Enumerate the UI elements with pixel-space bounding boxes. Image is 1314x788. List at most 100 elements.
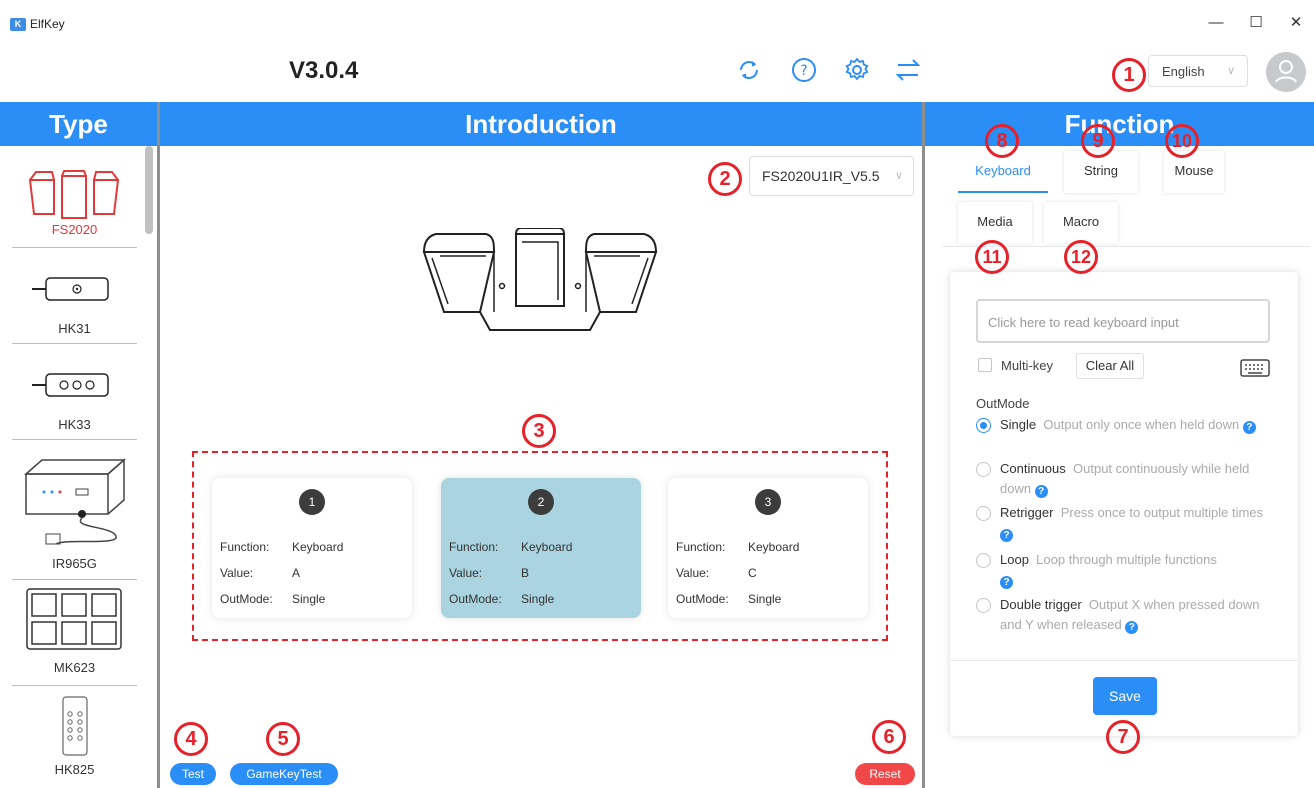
key-card-3[interactable]: 3 Function: Keyboard Value: C OutMode: Sing…	[668, 478, 868, 618]
multikey-label: Multi-key	[1001, 358, 1054, 373]
outmode-value: Single	[748, 592, 782, 606]
sidebar-scrollbar[interactable]	[145, 146, 153, 234]
device-item-ir965g[interactable]: IR965G	[12, 440, 137, 580]
gamekeytest-button[interactable]: GameKeyTest	[230, 763, 338, 785]
option-name: Loop	[1000, 552, 1029, 567]
save-button[interactable]: Save	[1093, 677, 1157, 715]
firmware-select[interactable]: FS2020U1IR_V5.5 ∨	[749, 156, 914, 196]
help-question-icon[interactable]: ?	[1000, 576, 1013, 589]
function-label: Function:	[449, 540, 499, 554]
title-bar: K ElfKey — ☐ ✕	[0, 0, 1314, 42]
type-section-header: Type	[0, 102, 157, 146]
chevron-down-icon: ∨	[1226, 65, 1235, 77]
outmode-value: Single	[521, 592, 555, 606]
user-avatar-icon[interactable]	[1266, 52, 1306, 92]
help-question-icon[interactable]: ?	[1000, 529, 1013, 542]
key-number-badge: 3	[755, 489, 781, 515]
function-value: Keyboard	[521, 540, 573, 554]
left-divider	[157, 102, 160, 788]
device-type-list: FS2020 HK31 HK33 IR965G MK623 HK825	[0, 146, 157, 788]
tab-mouse[interactable]: Mouse	[1164, 151, 1224, 193]
tab-media[interactable]: Media	[958, 202, 1032, 244]
refresh-icon[interactable]	[735, 56, 763, 84]
device-label: MK623	[53, 660, 96, 675]
app-logo-icon: K	[10, 18, 26, 31]
minimize-button[interactable]: —	[1196, 10, 1236, 36]
keyboard-input-field[interactable]: Click here to read keyboard input	[976, 299, 1270, 343]
outmode-loop-radio[interactable]	[976, 553, 991, 568]
device-item-mk623[interactable]: MK623	[12, 580, 137, 686]
option-name: Retrigger	[1000, 505, 1054, 520]
function-section-header: Function	[925, 102, 1314, 146]
maximize-button[interactable]: ☐	[1236, 10, 1276, 36]
key-value: A	[292, 566, 301, 580]
keyboard-icon[interactable]	[1240, 359, 1270, 377]
chevron-down-icon: ∨	[894, 170, 903, 182]
annotation-marker: 8	[985, 124, 1019, 158]
device-item-fs2020[interactable]: FS2020	[12, 156, 137, 248]
language-value: English	[1162, 64, 1205, 79]
language-select[interactable]: English ∨	[1148, 55, 1248, 87]
value-label: Value:	[676, 566, 710, 580]
device-label: IR965G	[52, 556, 97, 571]
key-number-badge: 2	[528, 489, 554, 515]
annotation-marker: 4	[174, 722, 208, 756]
reset-button[interactable]: Reset	[855, 763, 915, 785]
option-name: Single	[1000, 417, 1037, 432]
outmode-label: OutMode:	[676, 592, 729, 606]
ir-sensor-box-icon	[24, 458, 126, 545]
outmode-single-radio[interactable]	[976, 418, 991, 433]
outmode-double-trigger-radio[interactable]	[976, 598, 991, 613]
outmode-continuous-radio[interactable]	[976, 462, 991, 477]
function-value: Keyboard	[292, 540, 344, 554]
key-card-1[interactable]: 1 Function: Keyboard Value: A OutMode: Sing…	[212, 478, 412, 618]
version-label: V3.0.4	[289, 57, 359, 84]
clear-all-button[interactable]: Clear All	[1076, 353, 1144, 379]
annotation-marker: 7	[1106, 720, 1140, 754]
settings-gear-icon[interactable]	[843, 56, 871, 84]
annotation-marker: 10	[1165, 124, 1199, 158]
option-desc: Loop through multiple functions	[1036, 552, 1217, 567]
outmode-retrigger-radio[interactable]	[976, 506, 991, 521]
firmware-value: FS2020U1IR_V5.5	[762, 168, 880, 184]
outmode-title: OutMode	[976, 396, 1030, 411]
test-button[interactable]: Test	[170, 763, 216, 785]
option-retrigger: Retrigger Press once to output multiple …	[1000, 503, 1270, 543]
annotation-marker: 1	[1112, 58, 1146, 92]
help-question-icon[interactable]: ?	[1034, 485, 1048, 498]
annotation-marker: 3	[522, 414, 556, 448]
device-item-hk33[interactable]: HK33	[12, 344, 137, 440]
annotation-marker: 11	[975, 240, 1009, 274]
option-double-trigger: Double trigger Output X when pressed dow…	[1000, 595, 1270, 635]
device-item-hk825[interactable]: HK825	[12, 686, 137, 786]
help-question-icon[interactable]: ?	[1125, 621, 1139, 634]
tab-macro[interactable]: Macro	[1044, 202, 1118, 244]
device-label: FS2020	[51, 222, 98, 237]
option-continuous: Continuous Output continuously while hel…	[1000, 459, 1270, 499]
help-question-icon[interactable]: ?	[1242, 421, 1256, 434]
pedal-illustration	[422, 228, 658, 331]
single-key-device-icon	[32, 277, 109, 301]
multikey-checkbox[interactable]	[978, 358, 992, 372]
key-card-2[interactable]: 2 Function: Keyboard Value: B OutMode: Sing…	[441, 478, 641, 618]
option-desc: Press once to output multiple times	[1060, 505, 1264, 520]
help-icon[interactable]: ?	[790, 56, 818, 84]
function-value: Keyboard	[748, 540, 800, 554]
key-value: B	[521, 566, 530, 580]
annotation-marker: 6	[872, 720, 906, 754]
annotation-marker: 12	[1064, 240, 1098, 274]
device-item-hk31[interactable]: HK31	[12, 248, 137, 344]
device-label: HK31	[58, 321, 91, 336]
switch-arrows-icon[interactable]	[894, 56, 922, 84]
option-loop: Loop Loop through multiple functions?	[1000, 550, 1270, 590]
panel-divider	[950, 660, 1298, 661]
function-label: Function:	[676, 540, 726, 554]
right-divider	[922, 102, 925, 788]
option-single: Single Output only once when held down ?	[1000, 415, 1270, 435]
annotation-marker: 2	[708, 162, 742, 196]
annotation-marker: 5	[266, 722, 300, 756]
close-button[interactable]: ✕	[1276, 10, 1314, 36]
device-label: HK825	[54, 762, 95, 777]
svg-text:?: ?	[800, 63, 807, 79]
option-name: Double trigger	[1000, 597, 1082, 612]
